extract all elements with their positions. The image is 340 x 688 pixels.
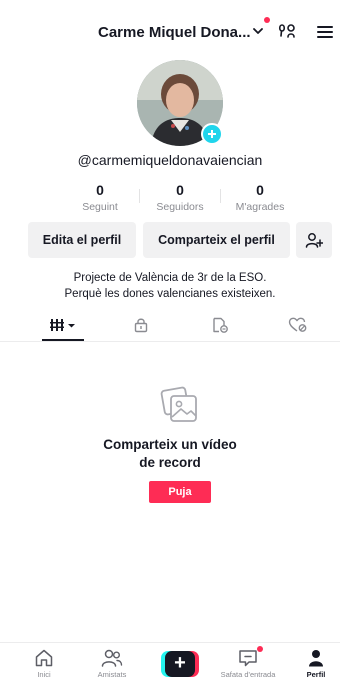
active-tab-indicator — [42, 339, 84, 341]
creator-tools-icon[interactable] — [278, 21, 298, 41]
create-plus-icon[interactable]: + — [161, 651, 199, 677]
account-name[interactable]: Carme Miquel Dona... — [98, 24, 251, 41]
inbox-notification-dot — [257, 646, 263, 652]
chevron-down-icon[interactable] — [251, 24, 265, 38]
friends-icon — [101, 649, 123, 667]
nav-friends[interactable]: Amistats — [82, 649, 142, 679]
nav-profile[interactable]: Perfil — [286, 649, 340, 679]
notification-dot — [264, 17, 270, 23]
tab-private[interactable] — [120, 314, 162, 336]
nav-home[interactable]: Inici — [14, 649, 74, 679]
private-lock-icon — [134, 318, 148, 333]
empty-title-line: Comparteix un vídeo — [103, 437, 237, 452]
videos-grid-icon — [50, 319, 75, 331]
stat-following-value: 0 — [96, 182, 104, 198]
empty-state-title: Comparteix un vídeo de record — [0, 436, 340, 472]
add-friend-button[interactable] — [296, 222, 332, 258]
profile-bio: Projecte de València de 3r de la ESO. Pe… — [0, 270, 340, 302]
stat-likes-value: 0 — [256, 182, 264, 198]
stat-followers-label: Seguidors — [156, 201, 204, 213]
stat-following-label: Seguint — [82, 201, 118, 213]
stat-followers[interactable]: 0 Seguidors — [140, 182, 220, 214]
stat-likes-label: M'agrades — [235, 201, 285, 213]
add-avatar-icon[interactable] — [201, 123, 223, 145]
tab-liked[interactable] — [277, 314, 319, 336]
tab-videos[interactable] — [42, 314, 84, 336]
stat-followers-value: 0 — [176, 182, 184, 198]
nav-inbox-label: Safata d'entrada — [220, 670, 276, 679]
edit-profile-button[interactable]: Edita el perfil — [28, 222, 136, 258]
profile-header: Carme Miquel Dona... — [0, 0, 340, 62]
liked-icon — [288, 317, 307, 332]
content-tabs — [0, 312, 340, 342]
home-icon — [35, 649, 53, 667]
bio-line: Projecte de València de 3r de la ESO. — [73, 272, 267, 284]
nav-profile-label: Perfil — [306, 670, 326, 679]
upload-button[interactable]: Puja — [149, 481, 211, 503]
add-friend-icon — [305, 233, 323, 248]
nav-home-label: Inici — [37, 670, 51, 679]
username: @carmemiqueldonavaiencian — [77, 152, 263, 168]
bio-line: Perquè les dones valencianes existeixen. — [64, 288, 276, 300]
nav-inbox[interactable]: Safata d'entrada — [218, 649, 278, 679]
reposts-icon — [213, 317, 228, 333]
inbox-icon — [239, 650, 257, 667]
hamburger-menu-icon[interactable] — [316, 24, 334, 40]
nav-friends-label: Amistats — [97, 670, 127, 679]
stat-likes[interactable]: 0 M'agrades — [220, 182, 300, 214]
tab-reposts[interactable] — [199, 314, 241, 336]
profile-icon — [309, 650, 323, 667]
stat-following[interactable]: 0 Seguint — [60, 182, 140, 214]
empty-title-line: de record — [139, 455, 201, 470]
photo-icon — [160, 386, 197, 422]
share-profile-button[interactable]: Comparteix el perfil — [143, 222, 290, 258]
